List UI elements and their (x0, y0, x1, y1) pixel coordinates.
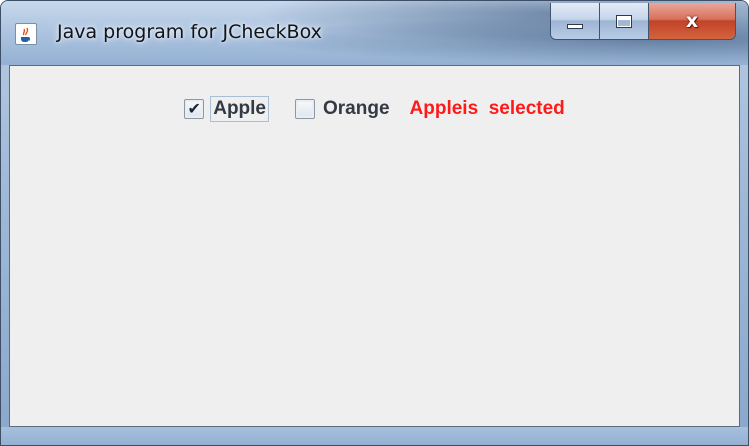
apple-checkbox-label[interactable]: Apple (210, 96, 269, 122)
caption-buttons: x (550, 3, 736, 40)
checkbox-box[interactable] (295, 99, 315, 119)
checkbox-row: ✔ Apple Orange Appleis selected (10, 96, 739, 122)
check-mark-icon: ✔ (187, 99, 201, 118)
minimize-icon (567, 23, 583, 29)
java-cup-icon[interactable] (15, 23, 37, 45)
maximize-button[interactable] (600, 3, 649, 39)
window-bottom-border (1, 427, 748, 445)
maximize-icon (616, 14, 632, 28)
application-window: Java program for JCheckBox x ✔ Apple Ora… (0, 0, 749, 446)
window-title: Java program for JCheckBox (57, 21, 322, 43)
orange-checkbox-label[interactable]: Orange (321, 97, 392, 121)
close-button[interactable]: x (649, 3, 735, 39)
minimize-button[interactable] (551, 3, 600, 39)
title-bar[interactable]: Java program for JCheckBox x (1, 1, 748, 65)
content-pane: ✔ Apple Orange Appleis selected (9, 65, 740, 427)
close-icon: x (685, 9, 699, 32)
selection-status-label: Appleis selected (409, 98, 565, 119)
checkbox-box[interactable]: ✔ (184, 99, 205, 119)
apple-checkbox[interactable]: ✔ Apple (184, 96, 269, 122)
orange-checkbox[interactable]: Orange (295, 97, 392, 121)
